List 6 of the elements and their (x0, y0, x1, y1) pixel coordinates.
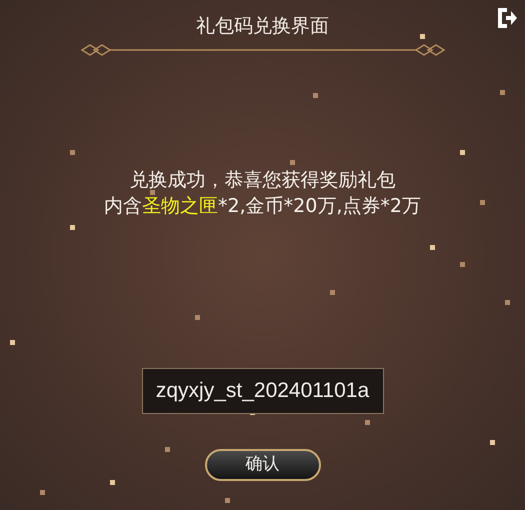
confirm-button[interactable]: 确认 (204, 449, 320, 481)
code-input-field[interactable]: zqyxjy_st_202401101a (142, 368, 384, 414)
window-title: 礼包码兑换界面 (196, 14, 329, 39)
exit-icon[interactable] (496, 6, 518, 30)
message-text: 内含圣物之匣*2,金币*20万,点券*2万 (104, 194, 421, 219)
message-text: 兑换成功，恭喜您获得奖励礼包 (130, 168, 396, 193)
